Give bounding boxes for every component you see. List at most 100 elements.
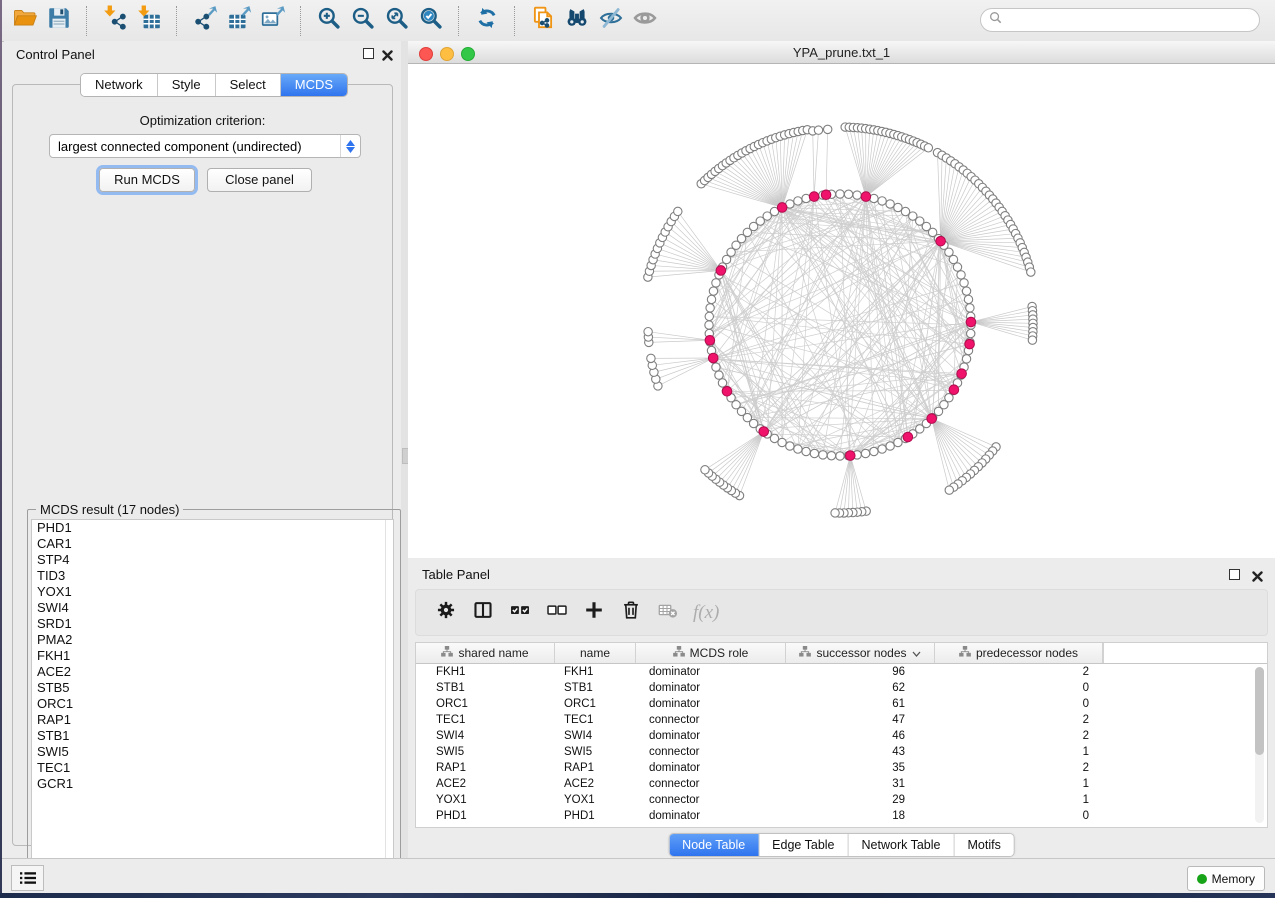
zoom-in-button[interactable] — [312, 5, 346, 37]
mcds-list-scrollbar[interactable] — [385, 520, 386, 876]
criterion-dropdown[interactable]: largest connected component (undirected) — [49, 134, 361, 158]
table-row[interactable]: RAP1RAP1dominator352 — [416, 760, 1267, 776]
delete-table-button[interactable] — [650, 598, 686, 628]
hide-selected-button[interactable] — [594, 5, 628, 37]
table-row[interactable]: TEC1TEC1connector472 — [416, 712, 1267, 728]
column-header-shared-name[interactable]: shared name — [416, 643, 555, 663]
table-row[interactable]: YOX1YOX1connector291 — [416, 792, 1267, 808]
cell: ACE2 — [416, 778, 555, 790]
import-table-button[interactable] — [132, 5, 166, 37]
import-network-button[interactable] — [98, 5, 132, 37]
save-button[interactable] — [42, 5, 76, 37]
tab-mcds[interactable]: MCDS — [281, 74, 347, 96]
export-table-button[interactable] — [222, 5, 256, 37]
mcds-result-item[interactable]: ORC1 — [32, 696, 393, 712]
table-row[interactable]: STB1STB1dominator620 — [416, 680, 1267, 696]
split-columns-button[interactable] — [465, 598, 501, 628]
show-all-button[interactable] — [628, 5, 662, 37]
table-row[interactable]: ORC1ORC1dominator610 — [416, 696, 1267, 712]
table-close-icon[interactable] — [1252, 569, 1263, 580]
tab-network-table[interactable]: Network Table — [849, 834, 955, 856]
mcds-result-list[interactable]: PHD1CAR1STP4TID3YOX1SWI4SRD1PMA2FKH1ACE2… — [31, 519, 394, 877]
mcds-result-item[interactable]: RAP1 — [32, 712, 393, 728]
add-column-button[interactable] — [576, 598, 612, 628]
table-row[interactable]: FKH1FKH1dominator962 — [416, 664, 1267, 680]
search-field[interactable] — [980, 8, 1260, 32]
tab-motifs[interactable]: Motifs — [954, 834, 1013, 856]
mcds-result-item[interactable]: PHD1 — [32, 520, 393, 536]
search-network-button[interactable] — [560, 5, 594, 37]
memory-status-icon — [1197, 874, 1207, 884]
column-header-name[interactable]: name — [555, 643, 636, 663]
tab-select[interactable]: Select — [216, 74, 281, 96]
cell: 2 — [935, 762, 1103, 774]
cell: YOX1 — [555, 794, 636, 806]
mcds-result-item[interactable]: STP4 — [32, 552, 393, 568]
table-float-icon[interactable] — [1229, 569, 1240, 580]
tab-edge-table[interactable]: Edge Table — [759, 834, 848, 856]
mcds-result-item[interactable]: STB1 — [32, 728, 393, 744]
search-input[interactable] — [1007, 12, 1241, 28]
mcds-result-item[interactable]: SWI5 — [32, 744, 393, 760]
network-frame-titlebar[interactable]: YPA_prune.txt_1 — [408, 41, 1275, 64]
mcds-result-item[interactable]: TID3 — [32, 568, 393, 584]
select-all-button[interactable] — [502, 598, 538, 628]
tab-node-table[interactable]: Node Table — [669, 834, 759, 856]
tab-network[interactable]: Network — [81, 74, 158, 96]
cell: connector — [636, 714, 786, 726]
zoom-out-button[interactable] — [346, 5, 380, 37]
mcds-result-item[interactable]: FKH1 — [32, 648, 393, 664]
cell: 1 — [935, 746, 1103, 758]
network-title: YPA_prune.txt_1 — [408, 45, 1275, 60]
table-row[interactable]: SWI5SWI5connector431 — [416, 744, 1267, 760]
refresh-button[interactable] — [470, 5, 504, 37]
mcds-result-item[interactable]: GCR1 — [32, 776, 393, 792]
open-folder-button[interactable] — [8, 5, 42, 37]
table-scrollbar[interactable] — [1255, 667, 1264, 823]
mcds-result-item[interactable]: SWI4 — [32, 600, 393, 616]
column-header-MCDS-role[interactable]: MCDS role — [636, 643, 786, 663]
column-header-successor-nodes[interactable]: successor nodes — [786, 643, 935, 663]
mcds-result-item[interactable]: PMA2 — [32, 632, 393, 648]
table-row[interactable]: ACE2ACE2connector311 — [416, 776, 1267, 792]
toolbar-separator — [514, 6, 516, 36]
export-network-button[interactable] — [188, 5, 222, 37]
zoom-selected-button[interactable] — [414, 5, 448, 37]
memory-button[interactable]: Memory — [1187, 866, 1265, 891]
network-canvas[interactable] — [408, 64, 1275, 558]
mcds-result-item[interactable]: CAR1 — [32, 536, 393, 552]
close-panel-button[interactable]: Close panel — [207, 168, 312, 192]
cell: FKH1 — [555, 666, 636, 678]
cell: 0 — [935, 698, 1103, 710]
cell: TEC1 — [555, 714, 636, 726]
settings-gear-button[interactable] — [428, 598, 464, 628]
zoom-fit-button[interactable] — [380, 5, 414, 37]
float-panel-icon[interactable] — [363, 48, 374, 59]
cell: SWI4 — [416, 730, 555, 742]
delete-column-button[interactable] — [613, 598, 649, 628]
close-panel-icon[interactable] — [382, 48, 393, 59]
table-row[interactable]: PHD1PHD1dominator180 — [416, 808, 1267, 824]
tab-style[interactable]: Style — [158, 74, 216, 96]
split-columns-icon — [472, 599, 494, 626]
mcds-result-item[interactable]: TEC1 — [32, 760, 393, 776]
save-icon — [46, 5, 72, 36]
table-row[interactable]: SWI4SWI4dominator462 — [416, 728, 1267, 744]
mcds-result-item[interactable]: ACE2 — [32, 664, 393, 680]
cell: ORC1 — [555, 698, 636, 710]
zoom-out-icon — [350, 5, 376, 36]
sort-chevron-icon — [912, 646, 921, 660]
cell: dominator — [636, 810, 786, 822]
column-header-predecessor-nodes[interactable]: predecessor nodes — [935, 643, 1103, 663]
export-image-button[interactable] — [256, 5, 290, 37]
deselect-all-button[interactable] — [539, 598, 575, 628]
table-scrollbar-thumb[interactable] — [1255, 667, 1264, 755]
clone-network-button[interactable] — [526, 5, 560, 37]
mcds-result-item[interactable]: SRD1 — [32, 616, 393, 632]
mcds-result-item[interactable]: YOX1 — [32, 584, 393, 600]
run-mcds-button[interactable]: Run MCDS — [99, 168, 195, 192]
function-builder-button[interactable]: f(x) — [693, 602, 719, 624]
show-all-icon — [632, 5, 658, 36]
console-button[interactable] — [11, 865, 44, 891]
mcds-result-item[interactable]: STB5 — [32, 680, 393, 696]
